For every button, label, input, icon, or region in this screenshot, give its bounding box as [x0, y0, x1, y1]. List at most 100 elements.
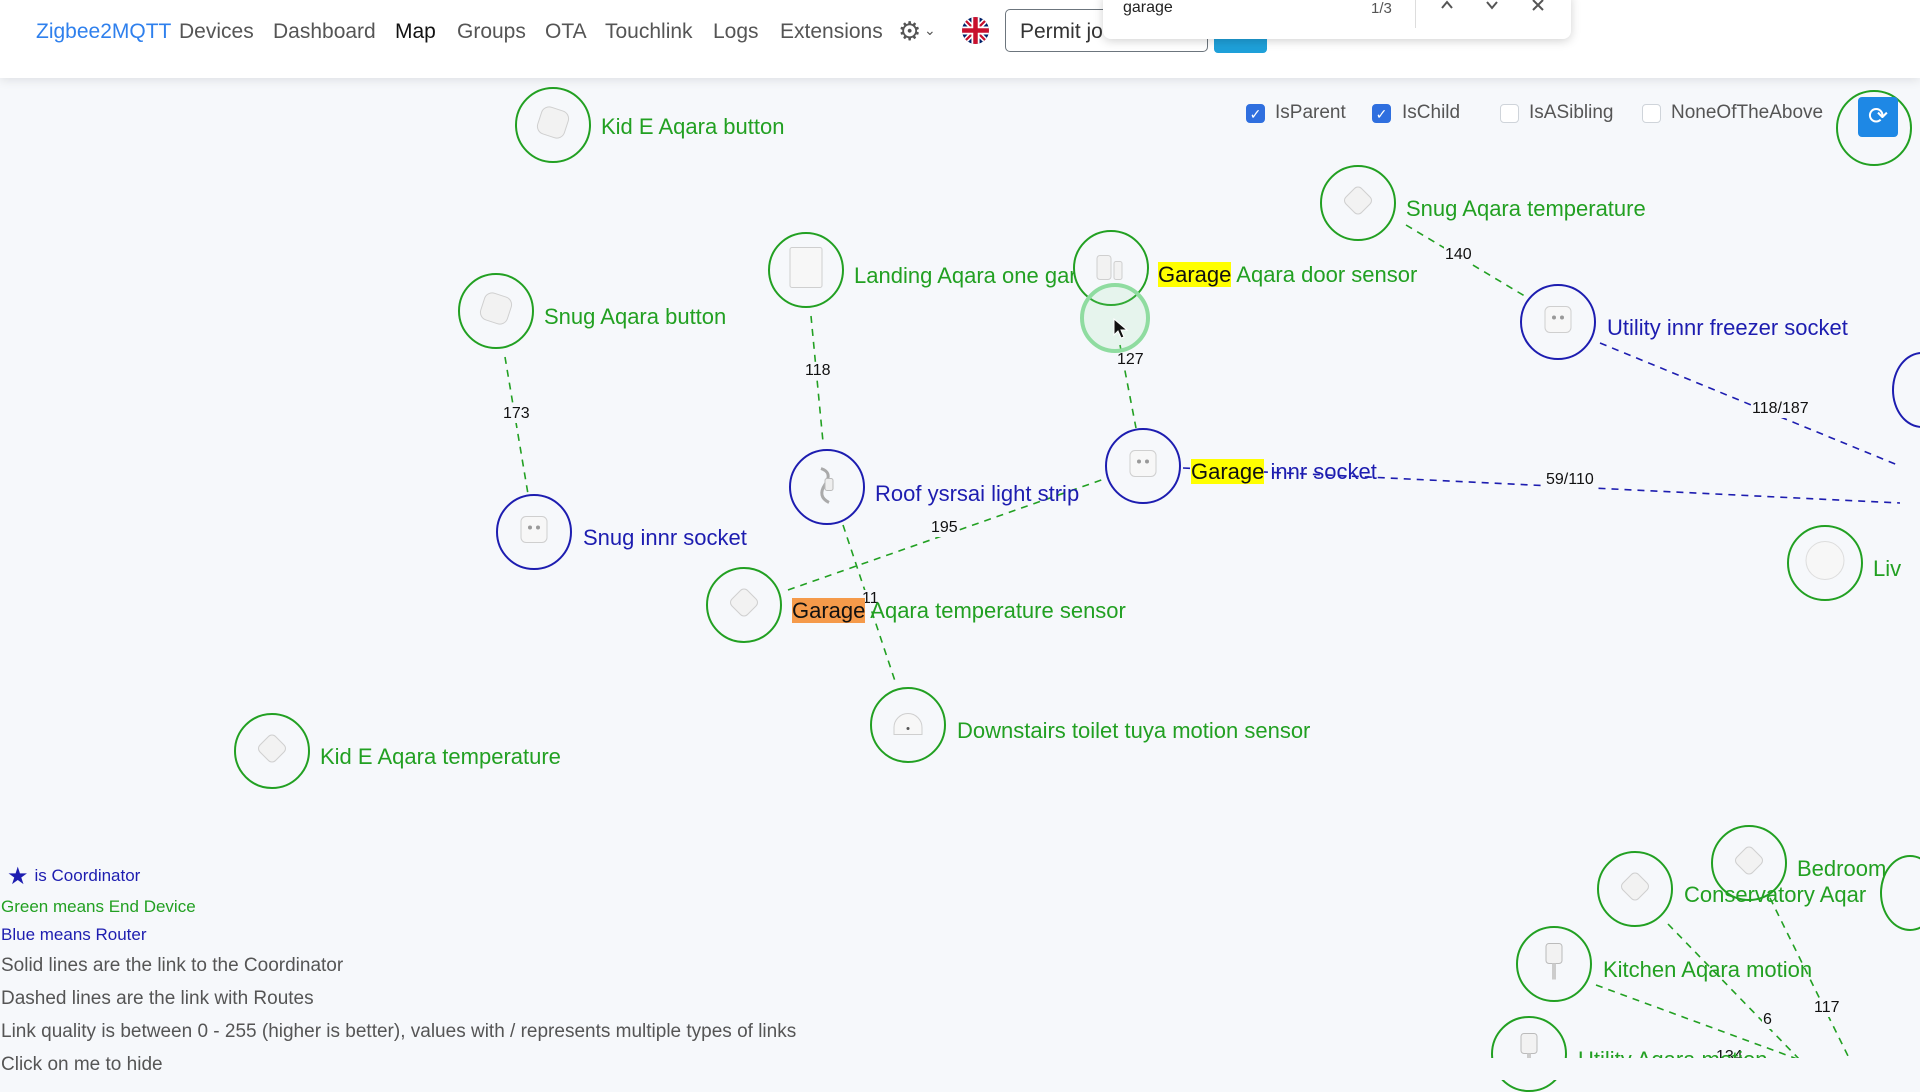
search-highlight-current: Garage [792, 598, 866, 623]
plug-socket-icon [1123, 444, 1163, 489]
lq-label: 173 [502, 405, 531, 423]
legend-coordinator-text: is Coordinator [34, 866, 141, 885]
nav-groups[interactable]: Groups [457, 20, 526, 44]
brand-link[interactable]: Zigbee2MQTT [36, 20, 171, 44]
isasibling-checkbox[interactable] [1500, 104, 1519, 123]
node-label[interactable]: Garage Aqara temperature sensor [792, 598, 1126, 624]
button-icon [474, 287, 518, 336]
search-highlight: Garage [1191, 459, 1265, 484]
ischild-checkbox[interactable]: ✓ [1372, 104, 1391, 123]
node-snug-aqara-temperature[interactable] [1320, 165, 1396, 241]
temperature-sensor-icon [1338, 181, 1378, 226]
node-label[interactable]: Conservatory Aqar [1684, 882, 1866, 908]
find-next-icon[interactable] [1483, 0, 1501, 19]
node-label[interactable]: Liv [1873, 556, 1901, 582]
noneoftheabove-checkbox[interactable] [1642, 104, 1661, 123]
refresh-icon: ⟳ [1867, 103, 1889, 130]
nav-map[interactable]: Map [395, 20, 436, 44]
legend-dashed: Dashed lines are the link with Routes [1, 988, 314, 1009]
link-line [1599, 342, 1901, 467]
node-label-text: innr socket [1264, 459, 1377, 484]
node-label[interactable]: Roof ysrsai light strip [875, 481, 1079, 507]
node-label[interactable]: Kitchen Aqara motion [1603, 957, 1812, 983]
link-line [1667, 923, 1801, 1061]
ischild-label: IsChild [1402, 102, 1461, 123]
node-snug-aqara-button[interactable] [458, 273, 534, 349]
find-close-icon[interactable] [1529, 0, 1547, 19]
lq-label: 118 [804, 362, 832, 380]
noneoftheabove-label: NoneOfTheAbove [1671, 102, 1824, 123]
light-strip-icon [807, 463, 847, 512]
isparent-label: IsParent [1275, 102, 1346, 123]
node-garage-temperature-sensor[interactable] [706, 567, 782, 643]
wall-switch-icon [786, 246, 826, 295]
lq-label: 140 [1444, 246, 1473, 264]
settings-gear-icon[interactable]: ⚙ [898, 16, 921, 47]
isasibling-label: IsASibling [1529, 102, 1614, 123]
node-label[interactable]: Snug Aqara temperature [1406, 196, 1646, 222]
lq-label: 118/187 [1751, 400, 1810, 418]
isparent-checkbox[interactable]: ✓ [1246, 104, 1265, 123]
temperature-sensor-icon [1615, 867, 1655, 912]
node-kitchen-aqara-motion[interactable] [1516, 926, 1592, 1002]
round-sensor-icon [1802, 538, 1848, 589]
node-kid-e-aqara-button[interactable] [515, 87, 591, 163]
search-highlight: Garage [1158, 262, 1232, 287]
node-label[interactable]: Kid E Aqara temperature [320, 744, 561, 770]
lq-label: 59/110 [1545, 471, 1595, 489]
legend-link-quality: Link quality is between 0 - 255 (higher … [1, 1021, 797, 1042]
plug-socket-icon [1538, 300, 1578, 345]
node-landing-aqara-switch[interactable] [768, 232, 844, 308]
find-previous-icon[interactable] [1438, 0, 1456, 19]
legend-hide-link[interactable]: Click on me to hide [1, 1054, 163, 1076]
lq-label: 117 [1813, 999, 1841, 1017]
node-utility-aqara-motion[interactable] [1491, 1016, 1567, 1092]
legend-solid: Solid lines are the link to the Coordina… [1, 955, 344, 976]
nav-dashboard[interactable]: Dashboard [273, 20, 376, 44]
node-label[interactable]: Downstairs toilet tuya motion sensor [957, 718, 1310, 744]
button-icon [531, 101, 575, 150]
find-input[interactable] [1121, 0, 1365, 18]
navbar: Zigbee2MQTT Devices Dashboard Map Groups… [0, 0, 1920, 78]
motion-sensor-icon [887, 702, 929, 749]
uk-flag-icon[interactable] [962, 17, 989, 44]
node-conservatory-aqara[interactable] [1597, 851, 1673, 927]
lq-label: 195 [930, 519, 959, 537]
nav-touchlink[interactable]: Touchlink [605, 20, 693, 44]
node-label[interactable]: Snug Aqara button [544, 304, 726, 330]
find-match-count: 1/3 [1371, 0, 1392, 17]
temperature-sensor-icon [252, 729, 292, 774]
find-divider [1415, 0, 1416, 28]
star-icon: ★ [7, 863, 29, 890]
temperature-sensor-icon [724, 583, 764, 628]
refresh-button[interactable]: ⟳ [1858, 97, 1898, 137]
node-label[interactable]: Snug innr socket [583, 525, 747, 551]
node-label[interactable]: Garage innr socket [1191, 459, 1377, 485]
node-label[interactable]: Bedroom [1797, 856, 1886, 882]
node-utility-freezer-socket[interactable] [1520, 284, 1596, 360]
chevron-down-icon[interactable]: ⌄ [924, 22, 936, 39]
lq-label: 127 [1116, 351, 1145, 369]
node-snug-innr-socket[interactable] [496, 494, 572, 570]
node-toilet-motion-sensor[interactable] [870, 687, 946, 763]
temperature-sensor-icon [1729, 841, 1769, 886]
lq-label: 6 [1762, 1011, 1773, 1029]
node-label[interactable]: Kid E Aqara button [601, 114, 784, 140]
motion-sensor-icon [1536, 940, 1572, 989]
permit-join-label: Permit jo [1020, 20, 1103, 43]
node-label-text: Aqara temperature sensor [865, 598, 1126, 623]
nav-ota[interactable]: OTA [545, 20, 587, 44]
nav-devices[interactable]: Devices [179, 20, 254, 44]
nav-logs[interactable]: Logs [713, 20, 759, 44]
find-in-page-bar: 1/3 [1103, 0, 1571, 39]
node-label[interactable]: Garage Aqara door sensor [1158, 262, 1417, 288]
link-line [504, 356, 529, 495]
legend-coordinator: ★ is Coordinator [1, 862, 140, 891]
node-kid-e-aqara-temperature[interactable] [234, 713, 310, 789]
node-living-partial[interactable] [1787, 525, 1863, 601]
node-garage-innr-socket[interactable] [1105, 428, 1181, 504]
node-label[interactable]: Utility innr freezer socket [1607, 315, 1848, 341]
node-roof-light-strip[interactable] [789, 449, 865, 525]
plug-socket-icon [514, 510, 554, 555]
nav-extensions[interactable]: Extensions [780, 20, 883, 44]
